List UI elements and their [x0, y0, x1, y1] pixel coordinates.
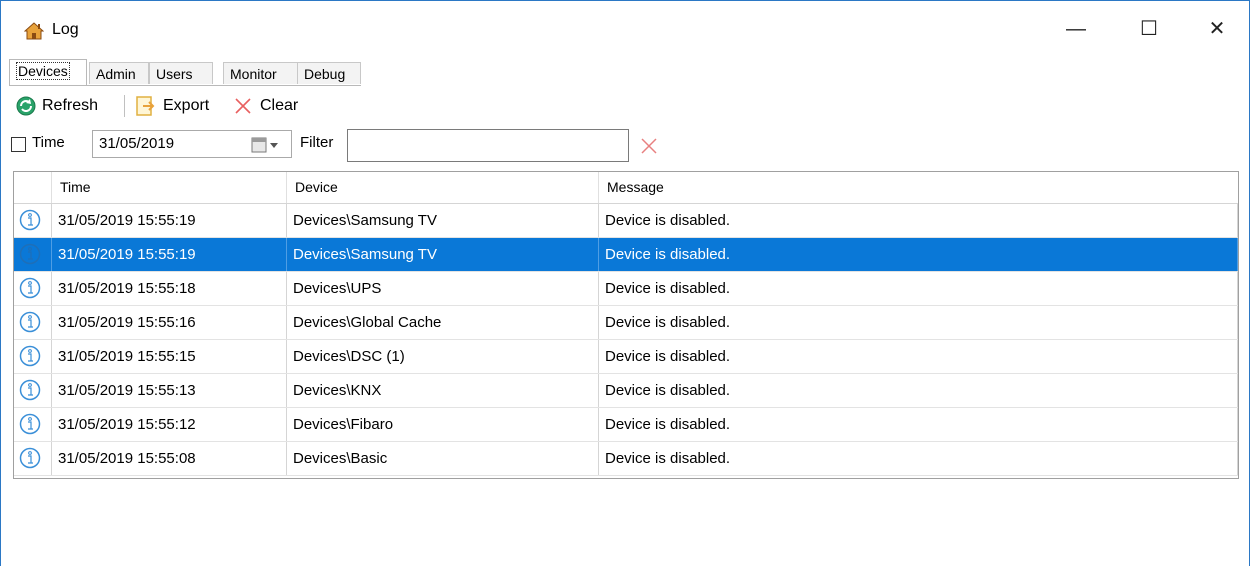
refresh-button[interactable]: Refresh: [15, 93, 98, 119]
time-cell: 31/05/2019 15:55:19: [52, 238, 287, 271]
row-icon-cell: [14, 238, 52, 271]
table-row[interactable]: 31/05/2019 15:55:18 Devices\UPS Device is …: [14, 272, 1238, 306]
table-row[interactable]: 31/05/2019 15:55:19 Devices\Samsung TV Dev…: [14, 238, 1238, 272]
minimize-button[interactable]: —: [1053, 9, 1099, 49]
time-cell: 31/05/2019 15:55:13: [52, 374, 287, 407]
export-button[interactable]: Export: [135, 93, 209, 119]
tab-strip-line: [9, 85, 361, 86]
log-grid[interactable]: Time Device Message 31/05/2019 15:55:19 D…: [13, 171, 1239, 479]
info-icon: [19, 412, 43, 436]
table-row[interactable]: 31/05/2019 15:55:12 Devices\Fibaro Device …: [14, 408, 1238, 442]
row-icon-cell: [14, 442, 52, 475]
message-cell: Device is disabled.: [599, 340, 1238, 373]
time-cell: 31/05/2019 15:55:16: [52, 306, 287, 339]
tab-debug[interactable]: Debug: [297, 62, 361, 84]
header-message[interactable]: Message: [599, 172, 1238, 203]
time-cell: 31/05/2019 15:55:19: [52, 204, 287, 237]
table-row[interactable]: 31/05/2019 15:55:16 Devices\Global Cache D…: [14, 306, 1238, 340]
maximize-button[interactable]: ☐: [1126, 9, 1172, 49]
time-cell: 31/05/2019 15:55:08: [52, 442, 287, 475]
info-icon: [19, 378, 43, 402]
device-cell: Devices\DSC (1): [287, 340, 599, 373]
tab-admin[interactable]: Admin: [89, 62, 149, 84]
message-cell: Device is disabled.: [599, 374, 1238, 407]
message-cell: Device is disabled.: [599, 306, 1238, 339]
row-icon-cell: [14, 340, 52, 373]
row-icon-cell: [14, 272, 52, 305]
export-label: Export: [163, 97, 210, 114]
device-cell: Devices\UPS: [287, 272, 599, 305]
refresh-label: Refresh: [42, 97, 99, 114]
filter-label: Filter: [300, 134, 334, 151]
time-label: Time: [32, 134, 65, 151]
row-icon-cell: [14, 408, 52, 441]
table-row[interactable]: 31/05/2019 15:55:08 Devices\Basic Device i…: [14, 442, 1238, 476]
device-cell: Devices\Samsung TV: [287, 204, 599, 237]
tab-devices[interactable]: Devices: [9, 59, 87, 85]
tab-users[interactable]: Users: [149, 62, 213, 84]
clear-filter-icon[interactable]: [639, 136, 659, 160]
calendar-dropdown-icon[interactable]: [251, 137, 281, 157]
table-row[interactable]: 31/05/2019 15:55:15 Devices\DSC (1) Device…: [14, 340, 1238, 374]
date-value: 31/05/2019: [99, 135, 175, 152]
message-cell: Device is disabled.: [599, 408, 1238, 441]
time-cell: 31/05/2019 15:55:18: [52, 272, 287, 305]
header-icon-column: [14, 172, 52, 203]
message-cell: Device is disabled.: [599, 272, 1238, 305]
device-cell: Devices\KNX: [287, 374, 599, 407]
device-cell: Devices\Fibaro: [287, 408, 599, 441]
time-cell: 31/05/2019 15:55:12: [52, 408, 287, 441]
header-device[interactable]: Device: [287, 172, 599, 203]
house-icon: [23, 22, 45, 40]
info-icon: [19, 310, 43, 334]
close-button[interactable]: ✕: [1194, 9, 1240, 49]
tab-strip: Devices Admin Users Monitor Debug: [9, 59, 1241, 85]
clear-label: Clear: [260, 97, 299, 114]
device-cell: Devices\Basic: [287, 442, 599, 475]
time-cell: 31/05/2019 15:55:15: [52, 340, 287, 373]
message-cell: Device is disabled.: [599, 442, 1238, 475]
info-icon: [19, 242, 43, 266]
clear-icon: [233, 93, 253, 119]
device-cell: Devices\Global Cache: [287, 306, 599, 339]
tab-devices-label: Devices: [16, 62, 70, 80]
header-time[interactable]: Time: [52, 172, 287, 203]
info-icon: [19, 344, 43, 368]
row-icon-cell: [14, 306, 52, 339]
log-window: Log — ☐ ✕ Devices Admin Users Monitor De…: [0, 0, 1250, 566]
grid-header: Time Device Message: [14, 172, 1238, 204]
toolbar: Refresh Export Clear: [11, 93, 1241, 119]
info-icon: [19, 446, 43, 470]
row-icon-cell: [14, 374, 52, 407]
time-checkbox[interactable]: [11, 137, 26, 152]
window-title: Log: [52, 21, 79, 38]
clear-button[interactable]: Clear: [233, 93, 298, 119]
device-cell: Devices\Samsung TV: [287, 238, 599, 271]
title-bar[interactable]: Log — ☐ ✕: [1, 1, 1249, 47]
info-icon: [19, 208, 43, 232]
filter-bar: Time 31/05/2019 Filter: [11, 129, 1241, 163]
row-icon-cell: [14, 204, 52, 237]
refresh-icon: [15, 93, 37, 119]
filter-input[interactable]: [347, 129, 629, 162]
message-cell: Device is disabled.: [599, 238, 1238, 271]
table-row[interactable]: 31/05/2019 15:55:13 Devices\KNX Device is …: [14, 374, 1238, 408]
export-icon: [135, 93, 157, 119]
message-cell: Device is disabled.: [599, 204, 1238, 237]
tab-monitor[interactable]: Monitor: [223, 62, 299, 84]
date-picker[interactable]: 31/05/2019: [92, 130, 292, 158]
info-icon: [19, 276, 43, 300]
toolbar-separator: [124, 95, 125, 117]
table-row[interactable]: 31/05/2019 15:55:19 Devices\Samsung TV Dev…: [14, 204, 1238, 238]
